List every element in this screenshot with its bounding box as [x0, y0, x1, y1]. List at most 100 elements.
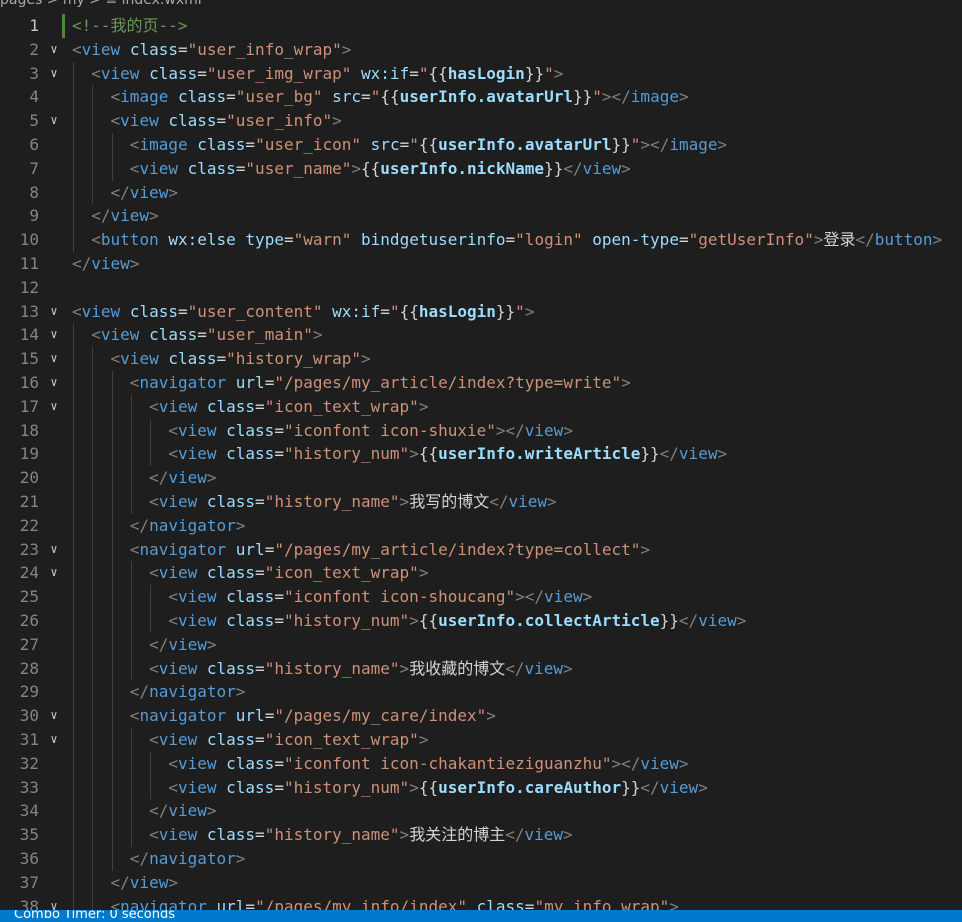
- code-line[interactable]: 35 <view class="history_name">我关注的博主</vi…: [0, 823, 962, 847]
- code-text[interactable]: <view class="user_name">{{userInfo.nickN…: [72, 157, 631, 181]
- code-line[interactable]: 6 <image class="user_icon" src="{{userIn…: [0, 133, 962, 157]
- code-line[interactable]: 33 <view class="history_num">{{userInfo.…: [0, 775, 962, 800]
- code-text[interactable]: <navigator url="/pages/my_article/index?…: [72, 538, 650, 562]
- line-number: 37: [19, 872, 39, 892]
- fold-chevron-icon[interactable]: ∨: [46, 347, 62, 371]
- status-text[interactable]: Combo Timer: 0 seconds: [14, 910, 175, 922]
- code-text[interactable]: <view class="history_num">{{userInfo.wri…: [72, 442, 727, 466]
- code-text[interactable]: <image class="user_bg" src="{{userInfo.a…: [72, 85, 689, 109]
- code-line[interactable]: 16 ∨ <navigator url="/pages/my_article/in…: [0, 371, 962, 395]
- code-text[interactable]: <view class="user_content" wx:if="{{hasL…: [72, 300, 534, 324]
- code-line[interactable]: 36 </navigator>: [0, 847, 962, 871]
- code-text[interactable]: <view class="history_num">{{userInfo.car…: [72, 776, 708, 800]
- code-text[interactable]: <navigator url="/pages/my_care/index">: [72, 704, 496, 728]
- fold-chevron-icon[interactable]: ∨: [46, 323, 62, 347]
- code-text[interactable]: <view class="user_img_wrap" wx:if="{{has…: [72, 62, 563, 86]
- code-line[interactable]: 27 </view>: [0, 632, 962, 657]
- code-line[interactable]: 31 ∨ <view class="icon_text_wrap">: [0, 728, 962, 752]
- code-text[interactable]: <view class="history_num">{{userInfo.col…: [72, 609, 746, 633]
- fold-chevron-icon[interactable]: ∨: [46, 538, 62, 562]
- line-number: 25: [19, 587, 39, 607]
- code-line[interactable]: 34 </view>: [0, 799, 962, 824]
- line-number: 24: [19, 563, 39, 583]
- code-line[interactable]: 37 </view>: [0, 870, 962, 895]
- code-text[interactable]: </navigator>: [72, 514, 246, 538]
- line-number: 17: [19, 396, 39, 416]
- code-text[interactable]: </view>: [72, 204, 158, 228]
- code-text[interactable]: </navigator>: [72, 847, 246, 871]
- code-line[interactable]: 32 <view class="iconfont icon-chakantiez…: [0, 751, 962, 776]
- code-line[interactable]: 9 </view>: [0, 204, 962, 229]
- code-line[interactable]: 18 <view class="iconfont icon-shuxie"></…: [0, 418, 962, 443]
- code-text[interactable]: <view class="icon_text_wrap">: [72, 395, 428, 419]
- code-text[interactable]: <view class="iconfont icon-shoucang"></v…: [72, 585, 592, 609]
- code-line[interactable]: 22 </navigator>: [0, 513, 962, 538]
- code-text[interactable]: <!--我的页-->: [72, 14, 187, 38]
- code-line[interactable]: 3 ∨ <view class="user_img_wrap" wx:if="{{…: [0, 61, 962, 86]
- code-line[interactable]: 4 <image class="user_bg" src="{{userInfo…: [0, 85, 962, 110]
- code-line[interactable]: 5 ∨ <view class="user_info">: [0, 109, 962, 133]
- code-line[interactable]: 8 </view>: [0, 180, 962, 205]
- code-line[interactable]: 7 <view class="user_name">{{userInfo.nic…: [0, 156, 962, 181]
- code-line[interactable]: 38 ∨ <navigator url="/pages/my_info/index…: [0, 894, 962, 910]
- code-line[interactable]: 13 ∨ <view class="user_content" wx:if="{{h…: [0, 300, 962, 324]
- code-text[interactable]: <button wx:else type="warn" bindgetuseri…: [72, 228, 942, 252]
- code-text[interactable]: </navigator>: [72, 680, 246, 704]
- active-line-marker: [62, 14, 65, 38]
- code-line[interactable]: 15 ∨ <view class="history_wrap">: [0, 347, 962, 371]
- fold-chevron-icon[interactable]: ∨: [46, 109, 62, 133]
- code-text[interactable]: <view class="user_info">: [72, 109, 342, 133]
- code-line[interactable]: 11 </view>: [0, 252, 962, 276]
- breadcrumb-text[interactable]: pages > my > ≡ index.wxml: [0, 0, 202, 8]
- code-line[interactable]: 20 </view>: [0, 466, 962, 490]
- line-number: 3: [29, 63, 39, 83]
- code-line[interactable]: 21 <view class="history_name">我写的博文</vie…: [0, 490, 962, 514]
- code-line[interactable]: 10 <button wx:else type="warn" bindgetus…: [0, 228, 962, 252]
- code-line[interactable]: 2 ∨ <view class="user_info_wrap">: [0, 38, 962, 62]
- fold-chevron-icon[interactable]: ∨: [46, 895, 62, 910]
- code-line[interactable]: 12: [0, 276, 962, 300]
- code-text[interactable]: <view class="history_name">我关注的博主</view>: [72, 823, 573, 847]
- code-line[interactable]: 17 ∨ <view class="icon_text_wrap">: [0, 394, 962, 419]
- code-text[interactable]: </view>: [72, 633, 216, 657]
- code-editor[interactable]: 1 <!--我的页--> 2 ∨ <view class="user_info_wrap…: [0, 14, 962, 910]
- code-text[interactable]: </view>: [72, 799, 216, 823]
- fold-chevron-icon[interactable]: ∨: [46, 38, 62, 62]
- code-text[interactable]: </view>: [72, 181, 178, 205]
- code-text[interactable]: <view class="icon_text_wrap">: [72, 728, 428, 752]
- code-line[interactable]: 23 ∨ <navigator url="/pages/my_article/in…: [0, 537, 962, 562]
- fold-chevron-icon[interactable]: ∨: [46, 704, 62, 728]
- code-text[interactable]: </view>: [72, 466, 216, 490]
- code-line[interactable]: 26 <view class="history_num">{{userInfo.…: [0, 609, 962, 633]
- fold-chevron-icon[interactable]: ∨: [46, 371, 62, 395]
- code-text[interactable]: </view>: [72, 871, 178, 895]
- code-text[interactable]: <view class="user_info_wrap">: [72, 38, 351, 62]
- fold-chevron-icon[interactable]: ∨: [46, 300, 62, 324]
- fold-chevron-icon[interactable]: ∨: [46, 561, 62, 585]
- code-text[interactable]: <view class="user_main">: [72, 323, 322, 347]
- code-line[interactable]: 25 <view class="iconfont icon-shoucang">…: [0, 585, 962, 609]
- line-number: 15: [19, 349, 39, 369]
- code-line[interactable]: 28 <view class="history_name">我收藏的博文</vi…: [0, 656, 962, 681]
- code-line[interactable]: 14 ∨ <view class="user_main">: [0, 323, 962, 348]
- code-line[interactable]: 24 ∨ <view class="icon_text_wrap">: [0, 561, 962, 586]
- code-line[interactable]: 19 <view class="history_num">{{userInfo.…: [0, 442, 962, 467]
- fold-chevron-icon[interactable]: ∨: [46, 62, 62, 86]
- code-text[interactable]: </view>: [72, 252, 139, 276]
- code-line[interactable]: 1 <!--我的页-->: [0, 14, 962, 38]
- code-text[interactable]: <view class="history_name">我写的博文</view>: [72, 490, 557, 514]
- breadcrumb[interactable]: pages > my > ≡ index.wxml: [0, 0, 962, 12]
- code-text[interactable]: <view class="iconfont icon-shuxie"></vie…: [72, 419, 573, 443]
- fold-chevron-icon[interactable]: ∨: [46, 395, 62, 419]
- code-text[interactable]: <view class="history_name">我收藏的博文</view>: [72, 657, 573, 681]
- code-line[interactable]: 30 ∨ <navigator url="/pages/my_care/index…: [0, 704, 962, 728]
- code-text[interactable]: <view class="iconfont icon-chakantiezigu…: [72, 752, 688, 776]
- line-number: 32: [19, 753, 39, 773]
- code-text[interactable]: <navigator url="/pages/my_info/index" cl…: [72, 895, 679, 910]
- code-text[interactable]: <view class="history_wrap">: [72, 347, 371, 371]
- fold-chevron-icon[interactable]: ∨: [46, 728, 62, 752]
- code-text[interactable]: <image class="user_icon" src="{{userInfo…: [72, 133, 727, 157]
- code-text[interactable]: <navigator url="/pages/my_article/index?…: [72, 371, 631, 395]
- code-text[interactable]: <view class="icon_text_wrap">: [72, 561, 428, 585]
- code-line[interactable]: 29 </navigator>: [0, 680, 962, 705]
